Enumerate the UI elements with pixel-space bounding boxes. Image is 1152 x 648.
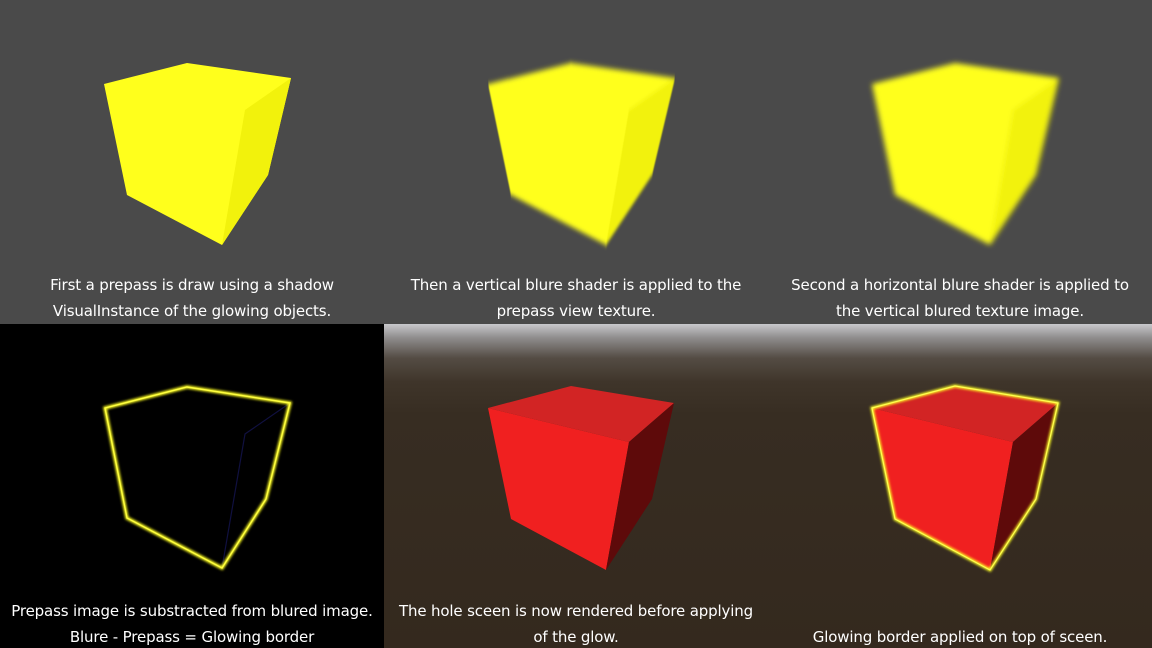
caption-prepass: First a prepass is draw using a shadow V… xyxy=(50,276,334,320)
panel-prepass: First a prepass is draw using a shadow V… xyxy=(0,0,384,324)
caption-horizontal-blur: Second a horizontal blure shader is appl… xyxy=(791,276,1129,320)
caption-scene-render: The hole sceen is now rendered before ap… xyxy=(398,602,754,646)
caption-subtraction: Prepass image is substracted from blured… xyxy=(11,602,373,646)
panel-final-composite: Glowing border applied on top of sceen. xyxy=(768,324,1152,648)
glow-tutorial-grid: First a prepass is draw using a shadow V… xyxy=(0,0,1152,648)
panel-subtraction: Prepass image is substracted from blured… xyxy=(0,324,384,648)
panel-scene-render: The hole sceen is now rendered before ap… xyxy=(384,324,768,648)
caption-final-composite: Glowing border applied on top of sceen. xyxy=(812,628,1108,646)
panel-vertical-blur: Then a vertical blure shader is applied … xyxy=(384,0,768,324)
panel-horizontal-blur: Second a horizontal blure shader is appl… xyxy=(768,0,1152,324)
caption-vertical-blur: Then a vertical blure shader is applied … xyxy=(410,276,742,320)
